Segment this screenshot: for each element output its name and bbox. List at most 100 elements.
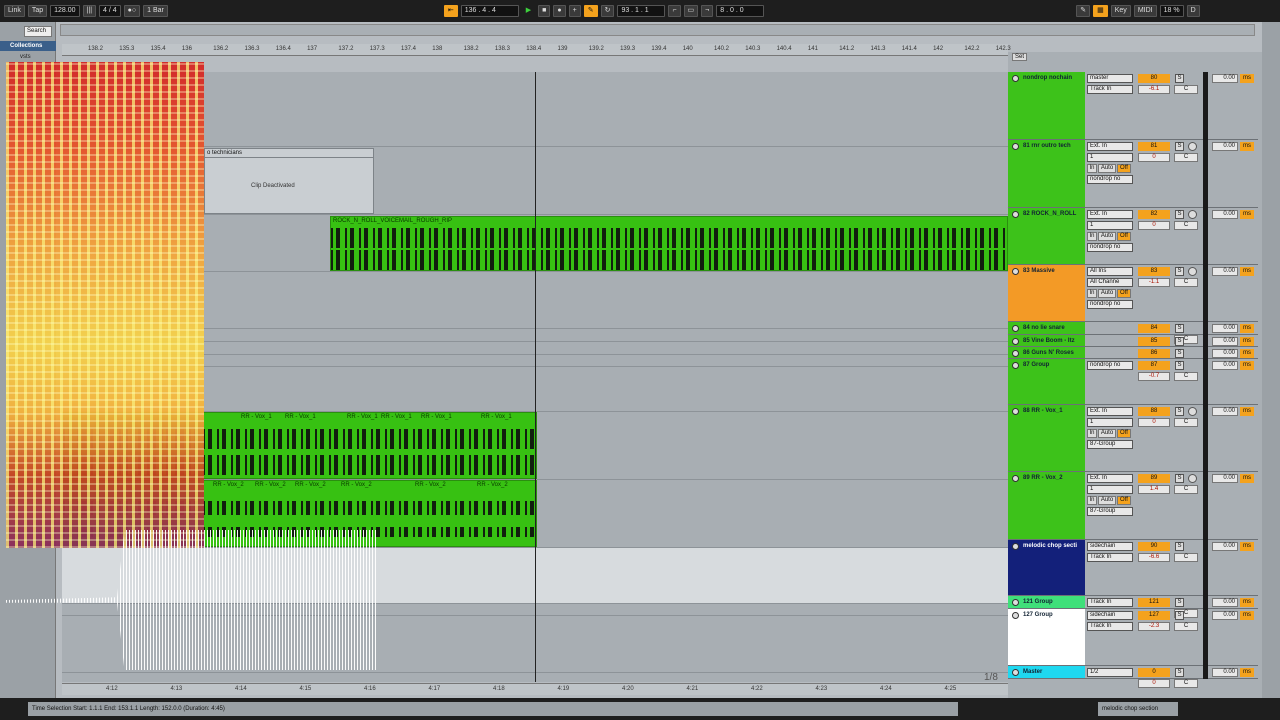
beat-time-ruler[interactable]: 138.2 135.3 135.4 136 136.2 136.3 136.4 137 137.… (62, 44, 1011, 56)
collections-header[interactable]: Collections (0, 41, 56, 51)
audio-from-select[interactable]: Ext. In (1087, 210, 1133, 219)
track-activator-icon[interactable] (1012, 350, 1019, 357)
solo-button[interactable]: S (1175, 267, 1184, 276)
solo-button[interactable]: S (1175, 324, 1184, 333)
monitor-in-button[interactable]: In (1087, 496, 1097, 505)
record-arm-icon[interactable] (1188, 407, 1197, 416)
link-button[interactable]: Link (4, 5, 25, 17)
monitor-auto-button[interactable]: Auto (1098, 232, 1116, 241)
pan-field[interactable]: C (1174, 553, 1198, 562)
follow-icon[interactable]: ⇤ (443, 5, 458, 17)
audio-from-select[interactable]: 1/2 (1087, 668, 1133, 677)
delay-unit-button[interactable]: ms (1240, 668, 1254, 677)
solo-button[interactable]: S (1175, 542, 1184, 551)
track-activator-number[interactable]: 85 (1138, 337, 1170, 346)
set-button[interactable]: Set (1012, 53, 1028, 61)
audio-from-select[interactable]: Ext. In (1087, 474, 1133, 483)
track-name[interactable]: 127 Group (1008, 609, 1085, 665)
monitor-auto-button[interactable]: Auto (1098, 496, 1116, 505)
grid-icon[interactable]: ▦ (1093, 5, 1108, 17)
arrangement-overview[interactable] (60, 24, 1255, 36)
track-volume-field[interactable]: -2.3 (1138, 622, 1170, 631)
stop-icon[interactable]: ■ (538, 5, 551, 17)
monitor-off-button[interactable]: Off (1117, 429, 1131, 438)
track-name[interactable]: 84 no lie snare (1008, 322, 1085, 334)
track-activator-number[interactable]: 83 (1138, 267, 1170, 276)
draw-mode-icon[interactable]: ✎ (1076, 5, 1091, 17)
track-name[interactable]: 81 rnr outro tech (1008, 140, 1085, 207)
track-activator-icon[interactable] (1012, 338, 1019, 345)
delay-unit-button[interactable]: ms (1240, 337, 1254, 346)
solo-button[interactable]: S (1175, 598, 1184, 607)
delay-unit-button[interactable]: ms (1240, 142, 1254, 151)
pan-field[interactable]: C (1174, 153, 1198, 162)
track-activator-number[interactable]: 84 (1138, 324, 1170, 333)
track-delay-field[interactable]: 0.00 (1212, 361, 1238, 370)
solo-button[interactable]: S (1175, 142, 1184, 151)
track-name[interactable]: nondrop nochain (1008, 72, 1085, 139)
track-volume-field[interactable]: -0.7 (1138, 372, 1170, 381)
track-activator-icon[interactable] (1012, 325, 1019, 332)
audio-from-select[interactable]: sidechain (1087, 611, 1133, 620)
track-name[interactable]: melodic chop secti (1008, 540, 1085, 595)
record-arm-icon[interactable] (1188, 210, 1197, 219)
track-activator-number[interactable]: 90 (1138, 542, 1170, 551)
track-activator-icon[interactable] (1012, 408, 1019, 415)
track-delay-field[interactable]: 0.00 (1212, 611, 1238, 620)
browser-item-vsts[interactable]: vsts (20, 54, 31, 60)
audio-to-select[interactable]: nondrop no (1087, 300, 1133, 309)
monitor-in-button[interactable]: In (1087, 164, 1097, 173)
audio-from-select[interactable]: sidechain (1087, 542, 1133, 551)
track-activator-icon[interactable] (1012, 669, 1019, 676)
solo-button[interactable]: S (1175, 407, 1184, 416)
tap-button[interactable]: Tap (27, 5, 48, 17)
input-channel-select[interactable]: 1 (1087, 485, 1133, 494)
track-activator-number[interactable]: 89 (1138, 474, 1170, 483)
automation-icon[interactable]: ✎ (583, 5, 598, 17)
delay-unit-button[interactable]: ms (1240, 598, 1254, 607)
track-activator-icon[interactable] (1012, 362, 1019, 369)
delay-unit-button[interactable]: ms (1240, 474, 1254, 483)
track-activator-number[interactable]: 86 (1138, 349, 1170, 358)
audio-to-select[interactable]: nondrop no (1087, 175, 1133, 184)
punch-out-icon[interactable]: ¬ (701, 5, 714, 17)
monitor-off-button[interactable]: Off (1117, 289, 1131, 298)
loop-icon[interactable]: ↻ (600, 5, 615, 17)
loop-length-field[interactable]: 8 . 0 . 0 (716, 5, 765, 17)
track-activator-number[interactable]: 127 (1138, 611, 1170, 620)
solo-button[interactable]: S (1175, 349, 1184, 358)
track-volume-field[interactable]: -1.1 (1138, 278, 1170, 287)
track-name[interactable]: 86 Guns N' Roses (1008, 347, 1085, 358)
track-activator-number[interactable]: 121 (1138, 598, 1170, 607)
track-activator-number[interactable]: 87 (1138, 361, 1170, 370)
song-position-field[interactable]: 136 . 4 . 4 (460, 5, 519, 17)
monitor-auto-button[interactable]: Auto (1098, 429, 1116, 438)
delay-unit-button[interactable]: ms (1240, 210, 1254, 219)
punch-in-icon[interactable]: ⌐ (668, 5, 681, 17)
pan-field[interactable]: C (1174, 278, 1198, 287)
solo-button[interactable]: S (1175, 611, 1184, 620)
midi-map-button[interactable]: MIDI (1133, 5, 1157, 17)
input-channel-select[interactable]: All Channe (1087, 278, 1133, 287)
track-volume-field[interactable]: 0 (1138, 153, 1170, 162)
track-name[interactable]: 89 RR - Vox_2 (1008, 472, 1085, 539)
delay-unit-button[interactable]: ms (1240, 74, 1254, 83)
track-delay-field[interactable]: 0.00 (1212, 598, 1238, 607)
track-activator-number[interactable]: 80 (1138, 74, 1170, 83)
track-activator-icon[interactable] (1012, 268, 1019, 275)
pan-field[interactable]: C (1174, 485, 1198, 494)
track-delay-field[interactable]: 0.00 (1212, 324, 1238, 333)
track-delay-field[interactable]: 0.00 (1212, 668, 1238, 677)
track-delay-field[interactable]: 0.00 (1212, 542, 1238, 551)
track-volume-field[interactable]: 0 (1138, 418, 1170, 427)
pan-field[interactable]: C (1174, 221, 1198, 230)
metronome-icon[interactable]: ||| (82, 5, 97, 17)
audio-to-select[interactable]: 87-Group (1087, 507, 1133, 516)
record-arm-icon[interactable] (1188, 474, 1197, 483)
audio-to-select[interactable]: 87-Group (1087, 440, 1133, 449)
track-volume-field[interactable]: 1.4 (1138, 485, 1170, 494)
delay-unit-button[interactable]: ms (1240, 407, 1254, 416)
solo-button[interactable]: S (1175, 210, 1184, 219)
track-name[interactable]: 88 RR - Vox_1 (1008, 405, 1085, 471)
track-activator-icon[interactable] (1012, 599, 1019, 606)
